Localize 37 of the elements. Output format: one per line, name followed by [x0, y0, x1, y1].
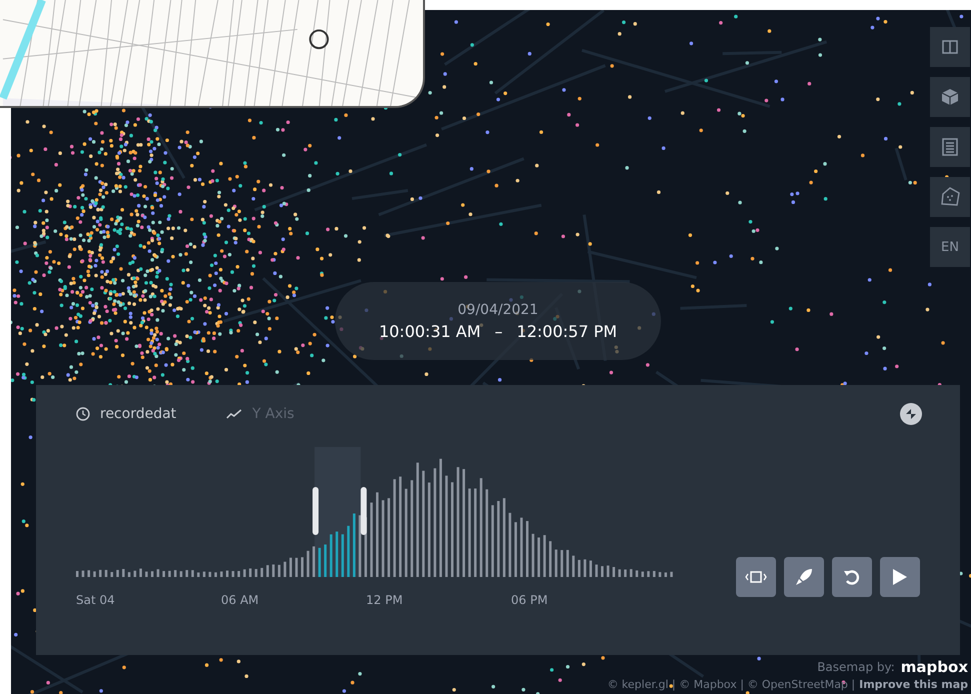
attribution-text: © kepler.gl | © Mapbox | © OpenStreetMap |	[607, 678, 856, 691]
playback-button[interactable]	[784, 557, 824, 597]
playback-button[interactable]	[880, 557, 920, 597]
collapse-icon	[905, 408, 917, 420]
playback-button[interactable]	[736, 557, 776, 597]
axis-tick-label: 06 AM	[221, 593, 260, 607]
playback-button[interactable]	[832, 557, 872, 597]
axis-tick-label: 12 PM	[366, 593, 404, 607]
date-label: 09/04/2021	[458, 302, 538, 318]
basemap-label: Basemap by:	[817, 660, 895, 674]
map-control-button[interactable]	[930, 127, 970, 167]
cube-icon	[941, 88, 959, 106]
map-control-button[interactable]	[930, 27, 970, 67]
collapse-button[interactable]	[900, 403, 922, 425]
axis-tick-label: 06 PM	[511, 593, 549, 607]
range-handle[interactable]	[360, 487, 367, 535]
minimap-drawing[interactable]	[0, 0, 425, 108]
rocket-icon	[795, 568, 813, 586]
axis-tick-label: Sat 04	[76, 593, 116, 607]
map-control-button[interactable]	[930, 177, 970, 217]
clock-icon	[76, 407, 90, 421]
improve-map-link[interactable]: Improve this map	[859, 678, 968, 691]
end-time: 12:00:57 PM	[516, 322, 618, 340]
map-control-button[interactable]	[930, 77, 970, 117]
frame-icon	[745, 570, 767, 584]
language-button[interactable]: EN	[930, 227, 970, 267]
range-separator: –	[494, 322, 503, 340]
start-time: 10:00:31 AM	[378, 322, 481, 340]
split-view-icon	[942, 39, 958, 55]
list-icon	[942, 138, 958, 156]
time-field-label[interactable]: recordedat	[100, 406, 176, 422]
mapbox-logo[interactable]: mapbox	[900, 658, 968, 676]
polygon-draw-icon	[939, 186, 961, 208]
reset-icon	[843, 568, 861, 586]
range-handle[interactable]	[312, 487, 319, 535]
play-icon	[892, 568, 908, 586]
line-chart-icon	[226, 409, 242, 419]
